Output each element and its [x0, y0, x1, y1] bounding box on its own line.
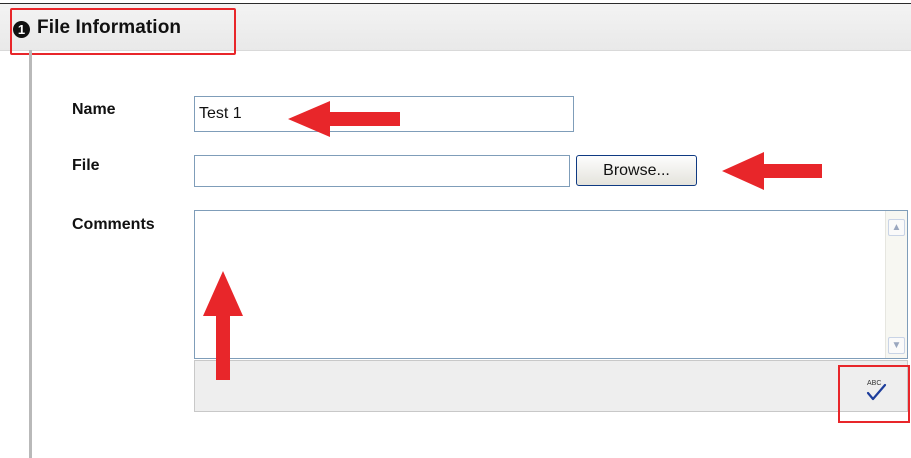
name-label: Name	[72, 101, 116, 118]
annotation-arrow-left-name	[288, 101, 400, 137]
scroll-down-icon[interactable]: ▼	[888, 337, 905, 354]
comments-toolbar	[194, 360, 908, 412]
comments-label: Comments	[72, 216, 155, 233]
spellcheck-icon[interactable]: ABC	[864, 377, 888, 403]
scroll-up-icon[interactable]: ▲	[888, 219, 905, 236]
spellcheck-icon-text: ABC	[867, 380, 881, 387]
browse-button[interactable]: Browse...	[576, 155, 697, 186]
annotation-arrow-up-comments	[203, 271, 243, 380]
comments-scrollbar[interactable]: ▲ ▼	[885, 211, 907, 358]
comments-textarea[interactable]: ▲ ▼	[194, 210, 908, 359]
file-label: File	[72, 157, 100, 174]
annotation-arrow-left-file	[722, 152, 822, 190]
title-highlight-box	[10, 8, 236, 55]
section-left-rule	[29, 50, 32, 458]
file-path-input[interactable]	[194, 155, 570, 187]
